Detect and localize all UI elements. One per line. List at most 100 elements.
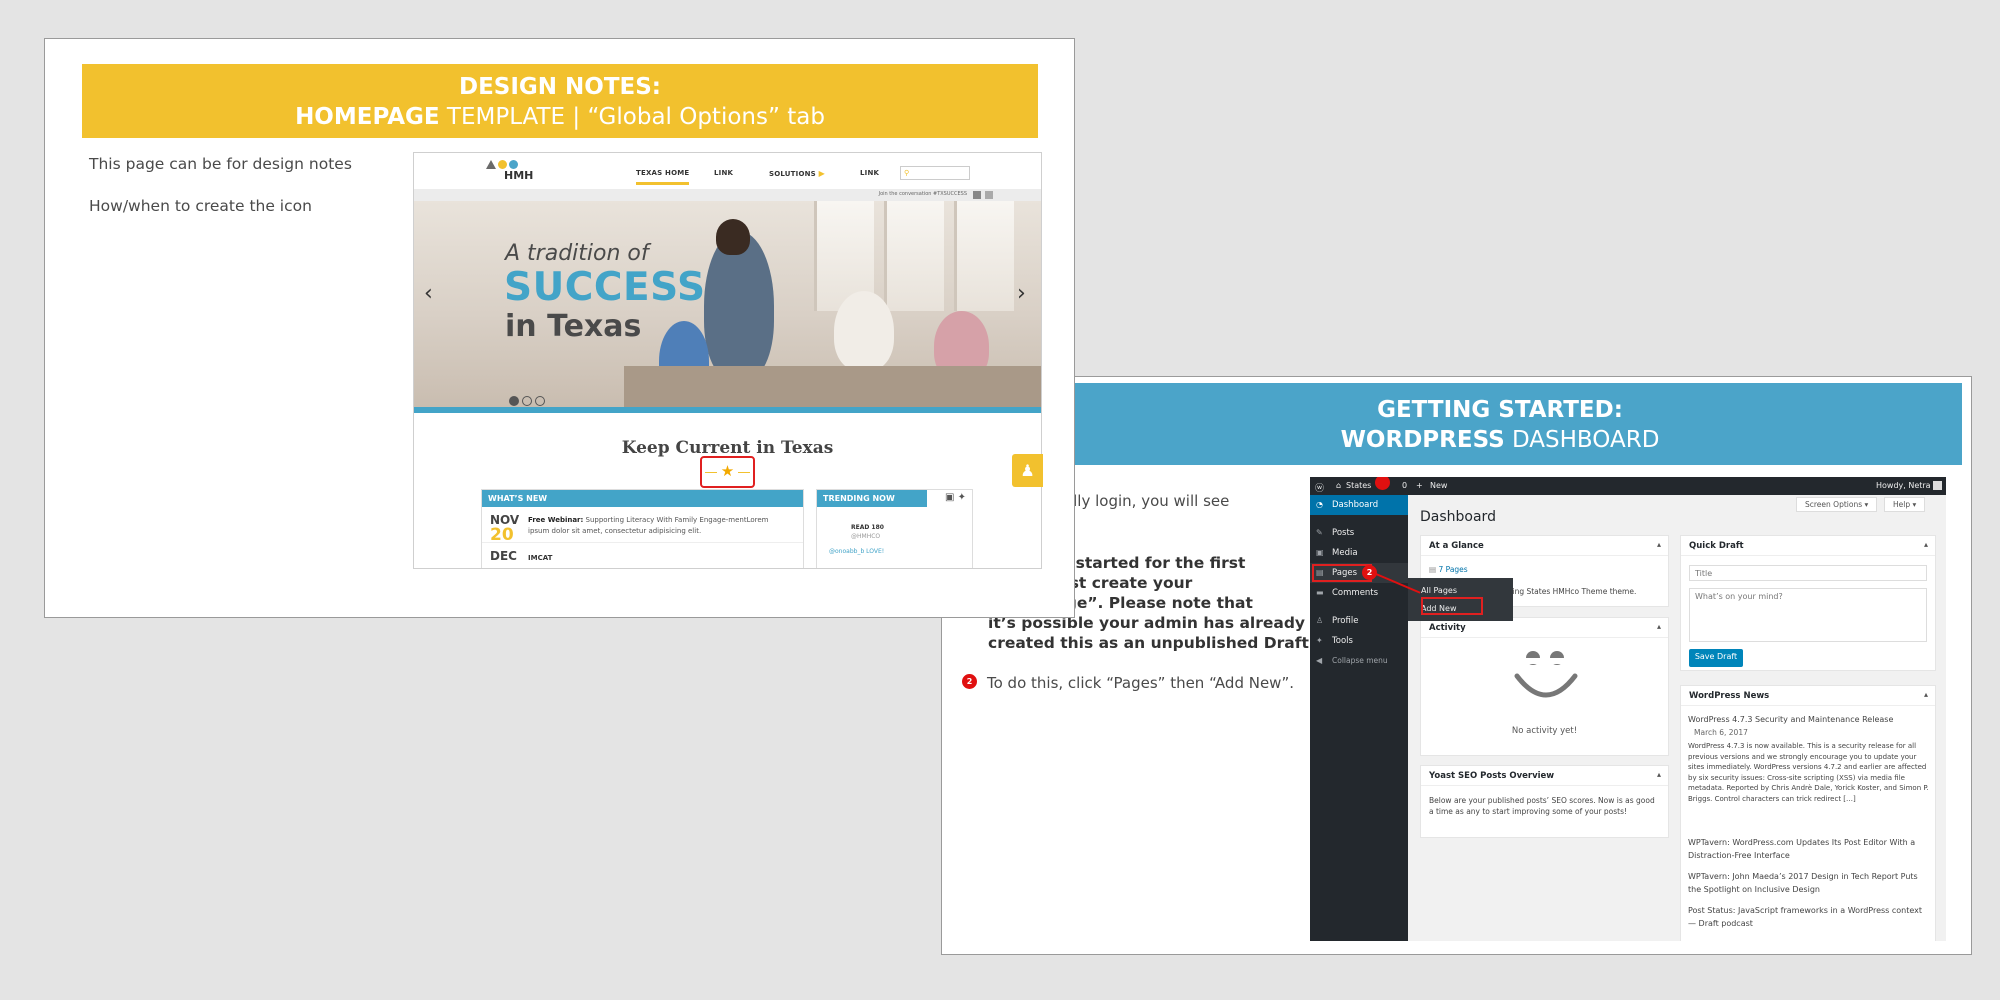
whats-new-header: WHAT’S NEW (482, 490, 803, 507)
wordpress-logo-icon[interactable]: ⓦ (1315, 481, 1324, 494)
pages-flyout-menu: All Pages Add New (1408, 578, 1513, 621)
wrench-icon: ✦ (1316, 636, 1323, 645)
add-new-highlight (1421, 597, 1483, 615)
news-item-1[interactable]: WordPress 4.7.3 Security and Maintenance… (1688, 714, 1928, 725)
facebook-icon[interactable]: ▣ (945, 492, 954, 503)
hero-line-2: SUCCESS (504, 265, 706, 310)
hero-divider (414, 407, 1041, 413)
user-icon: ♙ (1316, 616, 1324, 625)
slide1-title-line2: HOMEPAGE TEMPLATE | “Global Options” tab (295, 104, 825, 130)
quick-draft-box: Quick Draft Title What’s on your mind? S… (1680, 535, 1936, 671)
carousel-dot-2[interactable] (522, 396, 532, 406)
wordpress-news-box: WordPress News WordPress 4.7.3 Security … (1680, 685, 1936, 941)
menu-dashboard[interactable]: ◔ Dashboard (1310, 495, 1408, 515)
search-input[interactable]: ⚲ (900, 166, 970, 180)
chevron-right-icon[interactable]: › (1017, 281, 1026, 306)
glance-theme: …ing States HMHco Theme theme. (1505, 587, 1637, 596)
wordpress-dashboard-screenshot: ⓦ ⌂ States ▪ 0 + New Howdy, Netra ◔Dashb… (1310, 477, 1946, 941)
screen-options-button[interactable]: Screen Options ▾ (1796, 497, 1878, 512)
news-item-1-date: March 6, 2017 (1694, 728, 1748, 737)
site-name-link[interactable]: States (1346, 481, 1371, 490)
search-icon: ⚲ (904, 169, 910, 177)
plus-icon: + (1416, 481, 1423, 490)
design-note-1: This page can be for design notes (89, 155, 352, 173)
whats-new-panel: WHAT’S NEW NOV 20 Free Webinar: Supporti… (481, 489, 804, 568)
menu-collapse[interactable]: ◀ Collapse menu (1310, 651, 1408, 671)
slide1-title-line1: DESIGN NOTES: (458, 74, 662, 100)
menu-tools[interactable]: ✦ Tools (1310, 631, 1408, 651)
trending-social-icons: ▣ ✦ (945, 492, 966, 503)
slide2-banner: GETTING STARTED: WORDPRESS DASHBOARD (1038, 383, 1962, 465)
chevron-left-icon[interactable]: ‹ (424, 281, 433, 306)
carousel-dot-3[interactable] (535, 396, 545, 406)
logo-text: HMH (504, 169, 534, 182)
triangle-right-icon: ▶ (818, 169, 825, 178)
item-text: Free Webinar: Supporting Literacy With F… (528, 516, 769, 535)
home-icon: ⌂ (1336, 481, 1342, 490)
wp-sidebar: ◔ Dashboard ✎ Posts ▣ Media ▤ Pages ▬ Comment… (1310, 495, 1408, 941)
trending-panel: TRENDING NOW ▣ ✦ READ 180 @HMHCO @onoabb… (816, 489, 973, 568)
avatar[interactable] (1933, 481, 1942, 490)
item-month: DEC (490, 549, 517, 563)
save-draft-button[interactable]: Save Draft (1689, 649, 1743, 667)
news-item-3[interactable]: WPTavern: John Maeda’s 2017 Design in Te… (1688, 870, 1930, 896)
quick-draft-title: Quick Draft (1681, 536, 1935, 556)
menu-media[interactable]: ▣ Media (1310, 543, 1408, 563)
at-a-glance-title: At a Glance (1421, 536, 1668, 556)
hero-carousel: A tradition of SUCCESS in Texas ‹ › (414, 201, 1041, 407)
pin-icon: ✎ (1316, 528, 1323, 537)
slide1-banner: DESIGN NOTES: HOMEPAGE TEMPLATE | “Globa… (82, 64, 1038, 138)
slide-design-notes: DESIGN NOTES: HOMEPAGE TEMPLATE | “Globa… (44, 38, 1075, 618)
star-icon-highlight: ★ (700, 456, 755, 488)
comments-count: 0 (1402, 481, 1408, 490)
twitter-icon[interactable] (985, 191, 993, 199)
hero-line-3: in Texas (505, 309, 642, 344)
tweet[interactable]: READ 180 @HMHCO @onoabb_b LOVE! (829, 523, 884, 556)
carousel-dot-1[interactable] (509, 396, 519, 406)
texas-homepage-screenshot: HMH TEXAS HOME LINK SOLUTIONS ▶ LINK ⚲ J… (413, 152, 1042, 569)
trending-header: TRENDING NOW (817, 490, 927, 507)
menu-profile[interactable]: ♙ Profile (1310, 611, 1408, 631)
help-button[interactable]: Help ▾ (1884, 497, 1926, 512)
slide-getting-started: GETTING STARTED: WORDPRESS DASHBOARD …cc… (941, 376, 1972, 955)
user-help-icon[interactable]: ♟ (1012, 454, 1043, 487)
nav-link-1[interactable]: LINK (714, 169, 733, 177)
collapse-icon: ◀ (1316, 656, 1323, 665)
news-item-1-body: WordPress 4.7.3 is now available. This i… (1688, 742, 1929, 803)
howdy-user[interactable]: Howdy, Netra (1876, 481, 1931, 490)
step2-marker: 2 (962, 674, 977, 689)
media-icon: ▣ (1316, 548, 1324, 557)
hero-line-1: A tradition of (505, 241, 649, 266)
item-day: 20 (490, 525, 514, 545)
twitter-icon[interactable]: ✦ (958, 492, 966, 503)
list-item[interactable]: DEC IMCAT (482, 543, 803, 568)
slide2-title-line2: WORDPRESS DASHBOARD (1340, 427, 1660, 453)
new-link[interactable]: New (1430, 481, 1447, 490)
nav-texas-home[interactable]: TEXAS HOME (636, 169, 690, 185)
page-title: Dashboard (1420, 509, 1496, 525)
homepage-nav: HMH TEXAS HOME LINK SOLUTIONS ▶ LINK ⚲ (414, 153, 1041, 189)
social-text: Join the conversation #TXSUCCESS (878, 191, 967, 197)
smiley-icon (1514, 651, 1578, 698)
nav-link-2[interactable]: LINK (860, 169, 879, 177)
news-item-4[interactable]: Post Status: JavaScript frameworks in a … (1688, 904, 1930, 930)
yoast-box: Yoast SEO Posts Overview Below are your … (1420, 765, 1669, 838)
menu-posts[interactable]: ✎ Posts (1310, 523, 1408, 543)
social-bar: Join the conversation #TXSUCCESS (414, 189, 1041, 201)
photo-student-2 (834, 291, 894, 371)
list-item[interactable]: NOV 20 Free Webinar: Supporting Literacy… (482, 507, 803, 545)
dashboard-icon: ◔ (1316, 500, 1323, 509)
wp-admin-bar: ⓦ ⌂ States ▪ 0 + New Howdy, Netra (1310, 477, 1946, 495)
draft-title-input[interactable]: Title (1689, 565, 1927, 581)
pages-step-marker: 2 (1362, 565, 1377, 580)
step2-text: To do this, click “Pages” then “Add New”… (987, 674, 1294, 692)
comment-icon: ▬ (1316, 588, 1324, 597)
facebook-icon[interactable] (973, 191, 981, 199)
nav-solutions[interactable]: SOLUTIONS ▶ (769, 169, 825, 178)
draft-body-textarea[interactable]: What’s on your mind? (1689, 588, 1927, 642)
yoast-title: Yoast SEO Posts Overview (1421, 766, 1668, 786)
glance-pages[interactable]: ▤ 7 Pages (1429, 564, 1468, 575)
news-item-2[interactable]: WPTavern: WordPress.com Updates Its Post… (1688, 836, 1930, 862)
menu-comments[interactable]: ▬ Comments (1310, 583, 1408, 603)
flyout-all-pages[interactable]: All Pages (1421, 586, 1457, 595)
